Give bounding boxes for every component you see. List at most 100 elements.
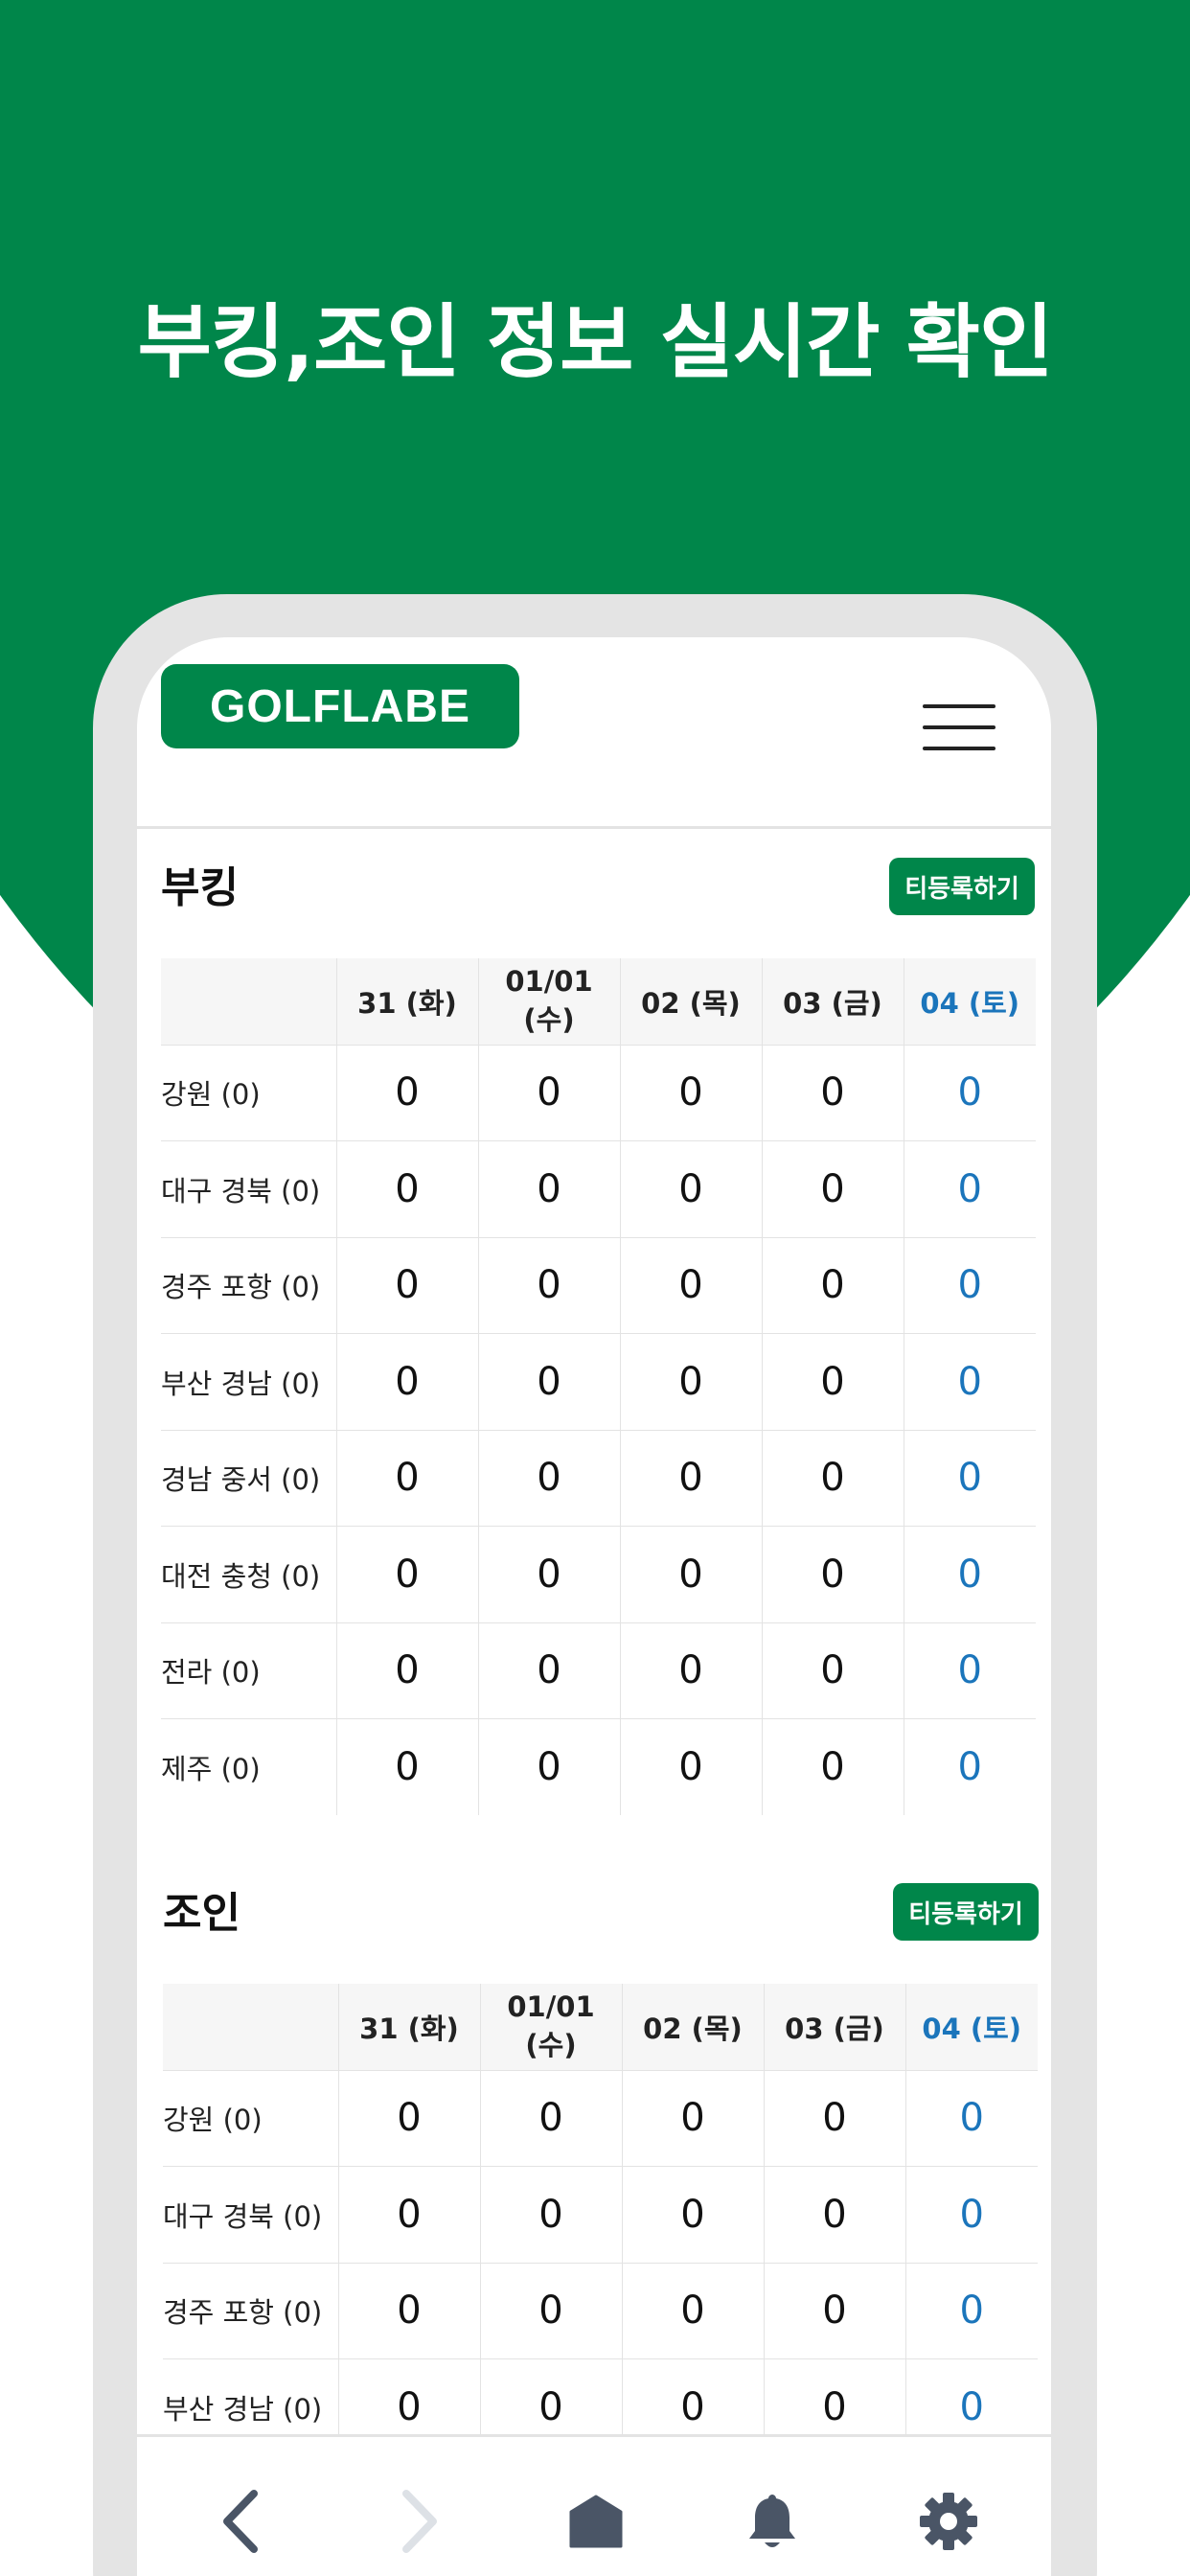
count-cell[interactable]: 0 bbox=[337, 2070, 480, 2167]
date-column-header[interactable]: 01/01 (수) bbox=[479, 1984, 622, 2071]
region-label[interactable]: 제주 (0) bbox=[161, 1719, 336, 1816]
count-cell[interactable]: 0 bbox=[477, 1140, 620, 1238]
region-label[interactable]: 강원 (0) bbox=[163, 2070, 338, 2167]
region-label[interactable]: 경주 포항 (0) bbox=[161, 1237, 336, 1334]
region-label[interactable]: 전라 (0) bbox=[161, 1622, 336, 1719]
join-register-button[interactable]: 티등록하기 bbox=[893, 1883, 1039, 1941]
table-corner-header bbox=[163, 1984, 338, 2071]
date-column-header[interactable]: 03 (금) bbox=[763, 1984, 905, 2071]
count-cell[interactable]: 0 bbox=[619, 1045, 762, 1141]
count-cell[interactable]: 0 bbox=[621, 2263, 764, 2359]
count-cell[interactable]: 0 bbox=[479, 2166, 622, 2264]
count-cell[interactable]: 0 bbox=[619, 1718, 762, 1815]
count-cell[interactable]: 0 bbox=[904, 2263, 1038, 2359]
table-row: 부산 경남 (0) 0 0 0 0 0 bbox=[161, 1333, 1036, 1431]
count-cell[interactable]: 0 bbox=[761, 1140, 904, 1238]
count-cell[interactable]: 0 bbox=[763, 2166, 905, 2264]
count-cell[interactable]: 0 bbox=[761, 1622, 904, 1719]
count-cell[interactable]: 0 bbox=[903, 1237, 1036, 1334]
region-label[interactable]: 대구 경북 (0) bbox=[163, 2166, 338, 2264]
table-row: 강원 (0) 0 0 0 0 0 bbox=[163, 2070, 1038, 2167]
count-cell[interactable]: 0 bbox=[621, 2070, 764, 2167]
count-cell[interactable]: 0 bbox=[903, 1622, 1036, 1719]
date-column-header[interactable]: 04 (토) bbox=[904, 1984, 1038, 2071]
bottom-nav-bar bbox=[137, 2434, 1051, 2576]
table-row: 제주 (0) 0 0 0 0 0 bbox=[161, 1718, 1036, 1816]
count-cell[interactable]: 0 bbox=[903, 1718, 1036, 1815]
forward-icon[interactable] bbox=[379, 2483, 456, 2560]
count-cell[interactable]: 0 bbox=[619, 1622, 762, 1719]
booking-table: 31 (화) 01/01 (수) 02 (목) 03 (금) 04 (토) 강원 (0) 0… bbox=[161, 958, 1036, 1815]
count-cell[interactable]: 0 bbox=[761, 1045, 904, 1141]
count-cell[interactable]: 0 bbox=[761, 1237, 904, 1334]
region-label[interactable]: 경주 포항 (0) bbox=[163, 2263, 338, 2359]
count-cell[interactable]: 0 bbox=[477, 1237, 620, 1334]
count-cell[interactable]: 0 bbox=[335, 1430, 478, 1527]
hamburger-menu-icon[interactable] bbox=[923, 704, 999, 754]
count-cell[interactable]: 0 bbox=[479, 2263, 622, 2359]
count-cell[interactable]: 0 bbox=[335, 1140, 478, 1238]
count-cell[interactable]: 0 bbox=[763, 2263, 905, 2359]
region-label[interactable]: 부산 경남 (0) bbox=[161, 1333, 336, 1431]
gear-icon[interactable] bbox=[910, 2483, 987, 2560]
region-label[interactable]: 대구 경북 (0) bbox=[161, 1140, 336, 1238]
count-cell[interactable]: 0 bbox=[904, 2070, 1038, 2167]
join-table: 31 (화) 01/01 (수) 02 (목) 03 (금) 04 (토) 강원 (0) 0… bbox=[163, 1984, 1038, 2455]
count-cell[interactable]: 0 bbox=[477, 1045, 620, 1141]
date-column-header[interactable]: 02 (목) bbox=[621, 1984, 764, 2071]
count-cell[interactable]: 0 bbox=[761, 1718, 904, 1815]
count-cell[interactable]: 0 bbox=[337, 2263, 480, 2359]
count-cell[interactable]: 0 bbox=[903, 1526, 1036, 1623]
count-cell[interactable]: 0 bbox=[479, 2070, 622, 2167]
count-cell[interactable]: 0 bbox=[335, 1237, 478, 1334]
count-cell[interactable]: 0 bbox=[477, 1430, 620, 1527]
count-cell[interactable]: 0 bbox=[335, 1045, 478, 1141]
region-label[interactable]: 경남 중서 (0) bbox=[161, 1430, 336, 1527]
count-cell[interactable]: 0 bbox=[904, 2166, 1038, 2264]
count-cell[interactable]: 0 bbox=[477, 1622, 620, 1719]
count-cell[interactable]: 0 bbox=[903, 1045, 1036, 1141]
count-cell[interactable]: 0 bbox=[903, 1140, 1036, 1238]
date-column-header[interactable]: 02 (목) bbox=[619, 958, 762, 1046]
booking-register-button[interactable]: 티등록하기 bbox=[889, 858, 1035, 915]
date-column-header[interactable]: 31 (화) bbox=[337, 1984, 480, 2071]
date-column-header[interactable]: 03 (금) bbox=[761, 958, 904, 1046]
count-cell[interactable]: 0 bbox=[761, 1526, 904, 1623]
count-cell[interactable]: 0 bbox=[335, 1526, 478, 1623]
region-label[interactable]: 대전 충청 (0) bbox=[161, 1526, 336, 1623]
count-cell[interactable]: 0 bbox=[619, 1526, 762, 1623]
table-row: 경주 포항 (0) 0 0 0 0 0 bbox=[161, 1237, 1036, 1334]
count-cell[interactable]: 0 bbox=[903, 1430, 1036, 1527]
count-cell[interactable]: 0 bbox=[335, 1718, 478, 1815]
date-column-header[interactable]: 01/01 (수) bbox=[477, 958, 620, 1046]
count-cell[interactable]: 0 bbox=[763, 2070, 905, 2167]
bell-icon[interactable] bbox=[734, 2483, 811, 2560]
date-column-header[interactable]: 31 (화) bbox=[335, 958, 478, 1046]
region-label[interactable]: 강원 (0) bbox=[161, 1045, 336, 1141]
count-cell[interactable]: 0 bbox=[619, 1333, 762, 1431]
promo-canvas: 부킹,조인 정보 실시간 확인 GOLFLABE 부킹 티등록하기 31 (화)… bbox=[0, 0, 1190, 2576]
back-icon[interactable] bbox=[204, 2483, 281, 2560]
table-row: 대구 경북 (0) 0 0 0 0 0 bbox=[163, 2166, 1038, 2264]
table-row: 경남 중서 (0) 0 0 0 0 0 bbox=[161, 1430, 1036, 1527]
table-row: 경주 포항 (0) 0 0 0 0 0 bbox=[163, 2263, 1038, 2359]
count-cell[interactable]: 0 bbox=[477, 1526, 620, 1623]
home-icon[interactable] bbox=[558, 2483, 634, 2560]
count-cell[interactable]: 0 bbox=[337, 2166, 480, 2264]
app-logo[interactable]: GOLFLABE bbox=[161, 664, 519, 748]
count-cell[interactable]: 0 bbox=[761, 1333, 904, 1431]
count-cell[interactable]: 0 bbox=[761, 1430, 904, 1527]
count-cell[interactable]: 0 bbox=[335, 1622, 478, 1719]
count-cell[interactable]: 0 bbox=[335, 1333, 478, 1431]
count-cell[interactable]: 0 bbox=[477, 1718, 620, 1815]
count-cell[interactable]: 0 bbox=[903, 1333, 1036, 1431]
count-cell[interactable]: 0 bbox=[477, 1333, 620, 1431]
count-cell[interactable]: 0 bbox=[619, 1237, 762, 1334]
count-cell[interactable]: 0 bbox=[619, 1430, 762, 1527]
app-screen: GOLFLABE 부킹 티등록하기 31 (화) 01/01 (수) 02 (목) 0… bbox=[137, 637, 1051, 2576]
count-cell[interactable]: 0 bbox=[619, 1140, 762, 1238]
table-row: 전라 (0) 0 0 0 0 0 bbox=[161, 1622, 1036, 1719]
booking-title: 부킹 bbox=[161, 863, 239, 912]
date-column-header[interactable]: 04 (토) bbox=[903, 958, 1036, 1046]
count-cell[interactable]: 0 bbox=[621, 2166, 764, 2264]
